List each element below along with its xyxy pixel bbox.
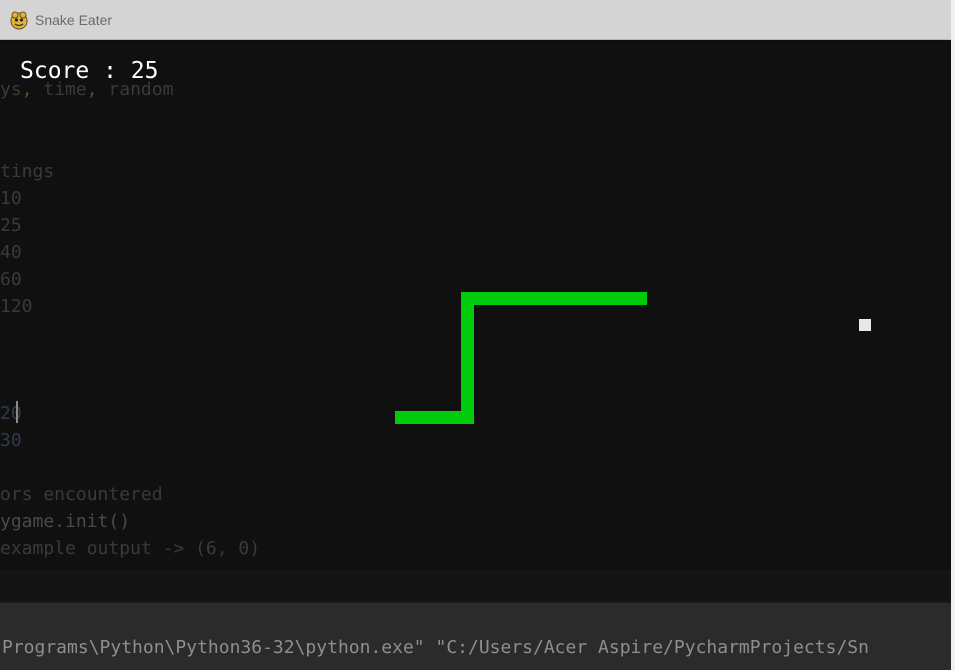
background-code-line: 60 <box>0 269 22 290</box>
run-console[interactable]: Programs\Python\Python36-32\python.exe" … <box>0 602 951 670</box>
background-code-line: 10 <box>0 188 22 209</box>
window-titlebar[interactable]: Snake Eater <box>0 0 951 40</box>
pygame-snake-icon <box>9 10 29 30</box>
food-pellet <box>859 319 871 331</box>
background-code-line: 25 <box>0 215 22 236</box>
background-code-line: ygame.init() <box>0 511 131 532</box>
background-code-line: 40 <box>0 242 22 263</box>
window-right-edge <box>951 0 955 670</box>
screen: Snake Eater ys, time, random tings 10 25… <box>0 0 955 670</box>
background-code-line: 20 <box>0 403 22 424</box>
background-code-line: ors encountered <box>0 484 163 505</box>
background-code-line: tings <box>0 161 55 182</box>
snake-segment-head <box>461 292 647 305</box>
background-code-line: example output -> (6, 0) <box>0 538 261 559</box>
window-title: Snake Eater <box>35 11 113 28</box>
score-label: Score : 25 <box>20 58 159 84</box>
background-code-line: 30 <box>0 430 22 451</box>
snake-segment-vertical <box>461 292 474 424</box>
background-code-line: 120 <box>0 296 33 317</box>
editor-divider <box>0 570 951 602</box>
game-canvas[interactable]: ys, time, random tings 10 25 40 60 120 2… <box>0 41 951 570</box>
console-command-line: Programs\Python\Python36-32\python.exe" … <box>2 637 869 658</box>
text-cursor <box>16 401 18 423</box>
